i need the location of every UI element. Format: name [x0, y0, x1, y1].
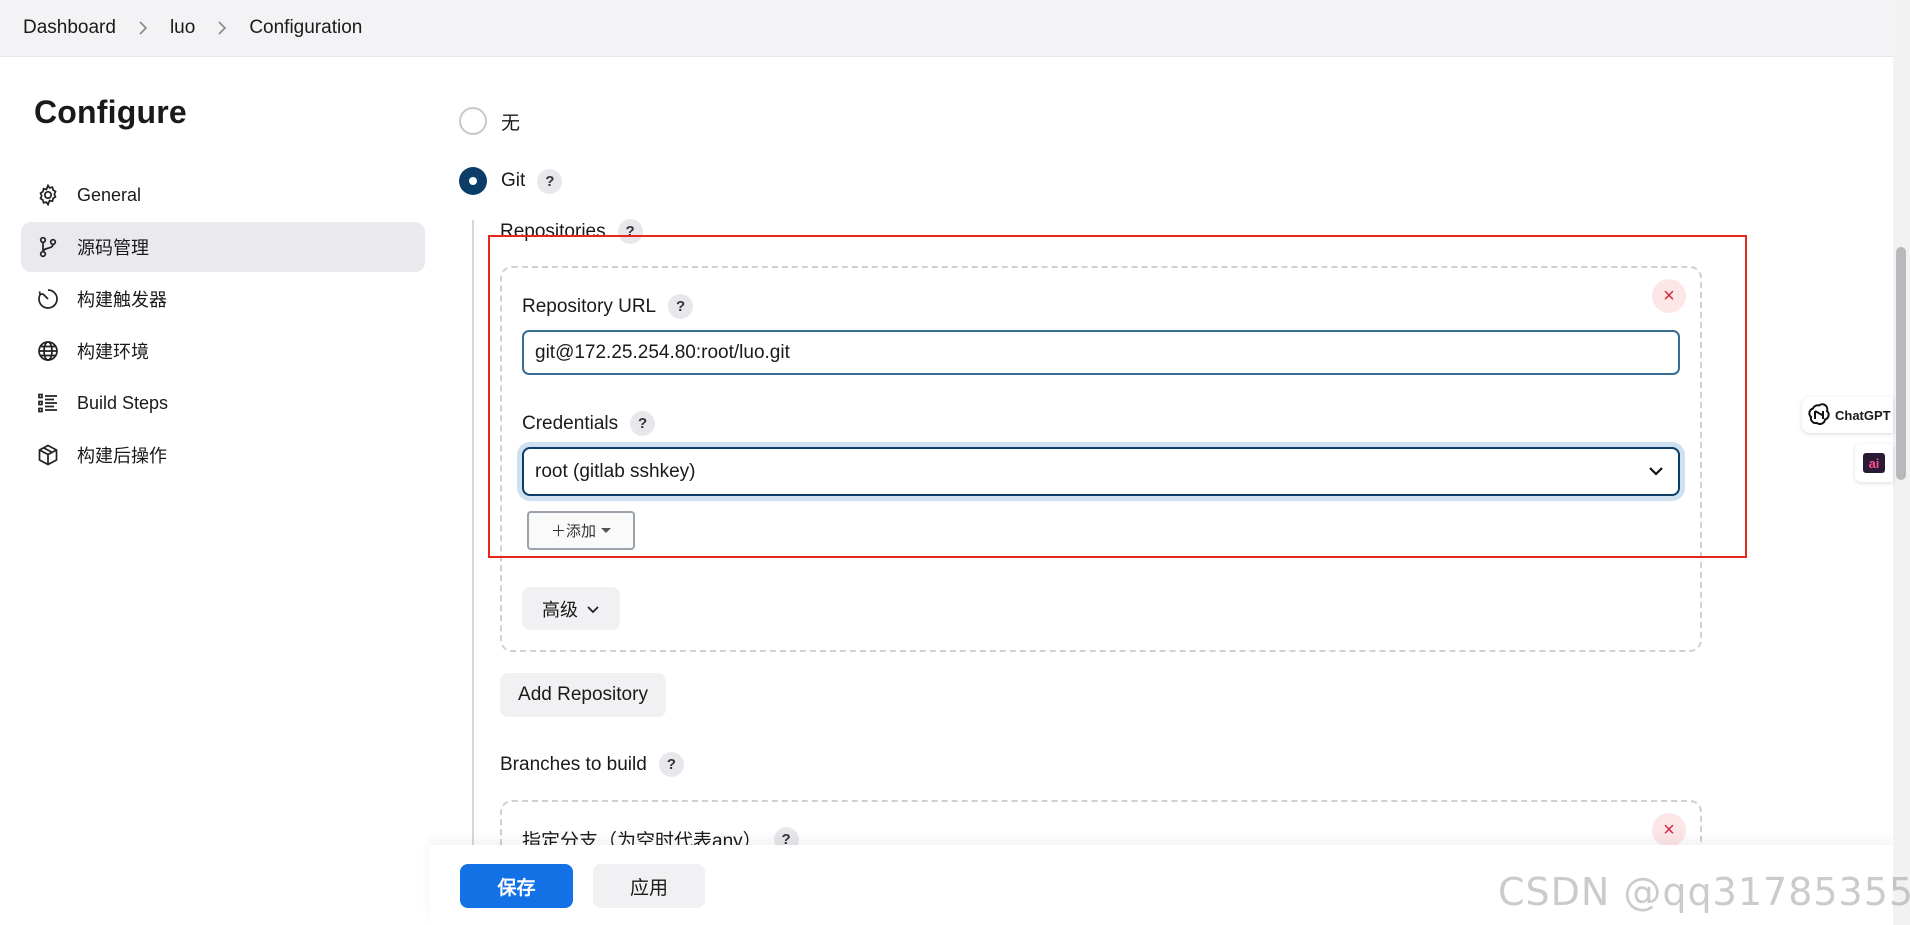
breadcrumb: Dashboard luo Configuration — [0, 0, 1893, 57]
sidebar-item-build-triggers[interactable]: 构建触发器 — [21, 274, 425, 324]
radio-git[interactable] — [459, 167, 487, 195]
sidebar-item-label: General — [77, 184, 142, 205]
branches-label-text: Branches to build — [500, 753, 647, 775]
sidebar-item-post-build[interactable]: 构建后操作 — [21, 430, 425, 480]
save-button[interactable]: 保存 — [460, 864, 573, 908]
annotation-highlight — [488, 235, 1747, 558]
radio-git-label: Git — [501, 170, 526, 191]
globe-icon — [35, 338, 61, 364]
sidebar-item-general[interactable]: General — [21, 170, 425, 220]
sidebar-item-label: 构建后操作 — [77, 446, 167, 466]
watermark: CSDN @qq3178535571 — [1498, 870, 1910, 914]
chevron-right-icon — [138, 21, 148, 35]
close-icon: × — [1663, 818, 1675, 841]
scm-option-git[interactable]: Git ? — [459, 167, 563, 195]
ai-assistant-widget[interactable]: ai — [1855, 444, 1893, 482]
scm-option-none[interactable]: 无 — [459, 107, 520, 135]
branches-label: Branches to build ? — [500, 752, 684, 777]
apply-button[interactable]: 应用 — [593, 864, 705, 908]
sidebar-item-label: Build Steps — [77, 392, 169, 413]
breadcrumb-job[interactable]: luo — [170, 17, 195, 39]
breadcrumb-dashboard[interactable]: Dashboard — [23, 17, 116, 39]
ai-logo-icon: ai — [1863, 453, 1885, 473]
add-repository-button[interactable]: Add Repository — [500, 673, 666, 717]
radio-none-label: 无 — [501, 112, 521, 134]
advanced-label: 高级 — [542, 599, 578, 620]
sidebar-item-label: 构建触发器 — [77, 290, 167, 310]
advanced-button[interactable]: 高级 — [522, 587, 620, 630]
gear-icon — [35, 182, 61, 208]
clock-icon — [35, 286, 61, 312]
breadcrumb-configuration[interactable]: Configuration — [249, 17, 362, 39]
branches-help-button[interactable]: ? — [658, 752, 684, 777]
remove-branch-button[interactable]: × — [1652, 813, 1686, 847]
sidebar-item-build-environment[interactable]: 构建环境 — [21, 326, 425, 376]
openai-logo-icon — [1808, 403, 1830, 426]
sidebar-item-scm[interactable]: 源码管理 — [21, 222, 425, 272]
scrollbar-thumb[interactable] — [1896, 247, 1906, 480]
page-title: Configure — [34, 94, 187, 130]
section-divider — [472, 220, 474, 850]
package-icon — [35, 442, 61, 468]
chevron-right-icon — [217, 21, 227, 35]
radio-none[interactable] — [459, 107, 487, 135]
list-icon — [35, 390, 61, 416]
sidebar-item-label: 源码管理 — [77, 238, 149, 258]
chatgpt-widget[interactable]: ChatGPT — [1802, 397, 1893, 433]
sidebar-item-label: 构建环境 — [77, 342, 149, 362]
sidebar-item-build-steps[interactable]: Build Steps — [21, 378, 425, 428]
chevron-down-icon — [587, 605, 599, 613]
branch-icon — [35, 234, 61, 260]
git-help-button[interactable]: ? — [537, 168, 563, 194]
chatgpt-label: ChatGPT — [1835, 407, 1891, 423]
